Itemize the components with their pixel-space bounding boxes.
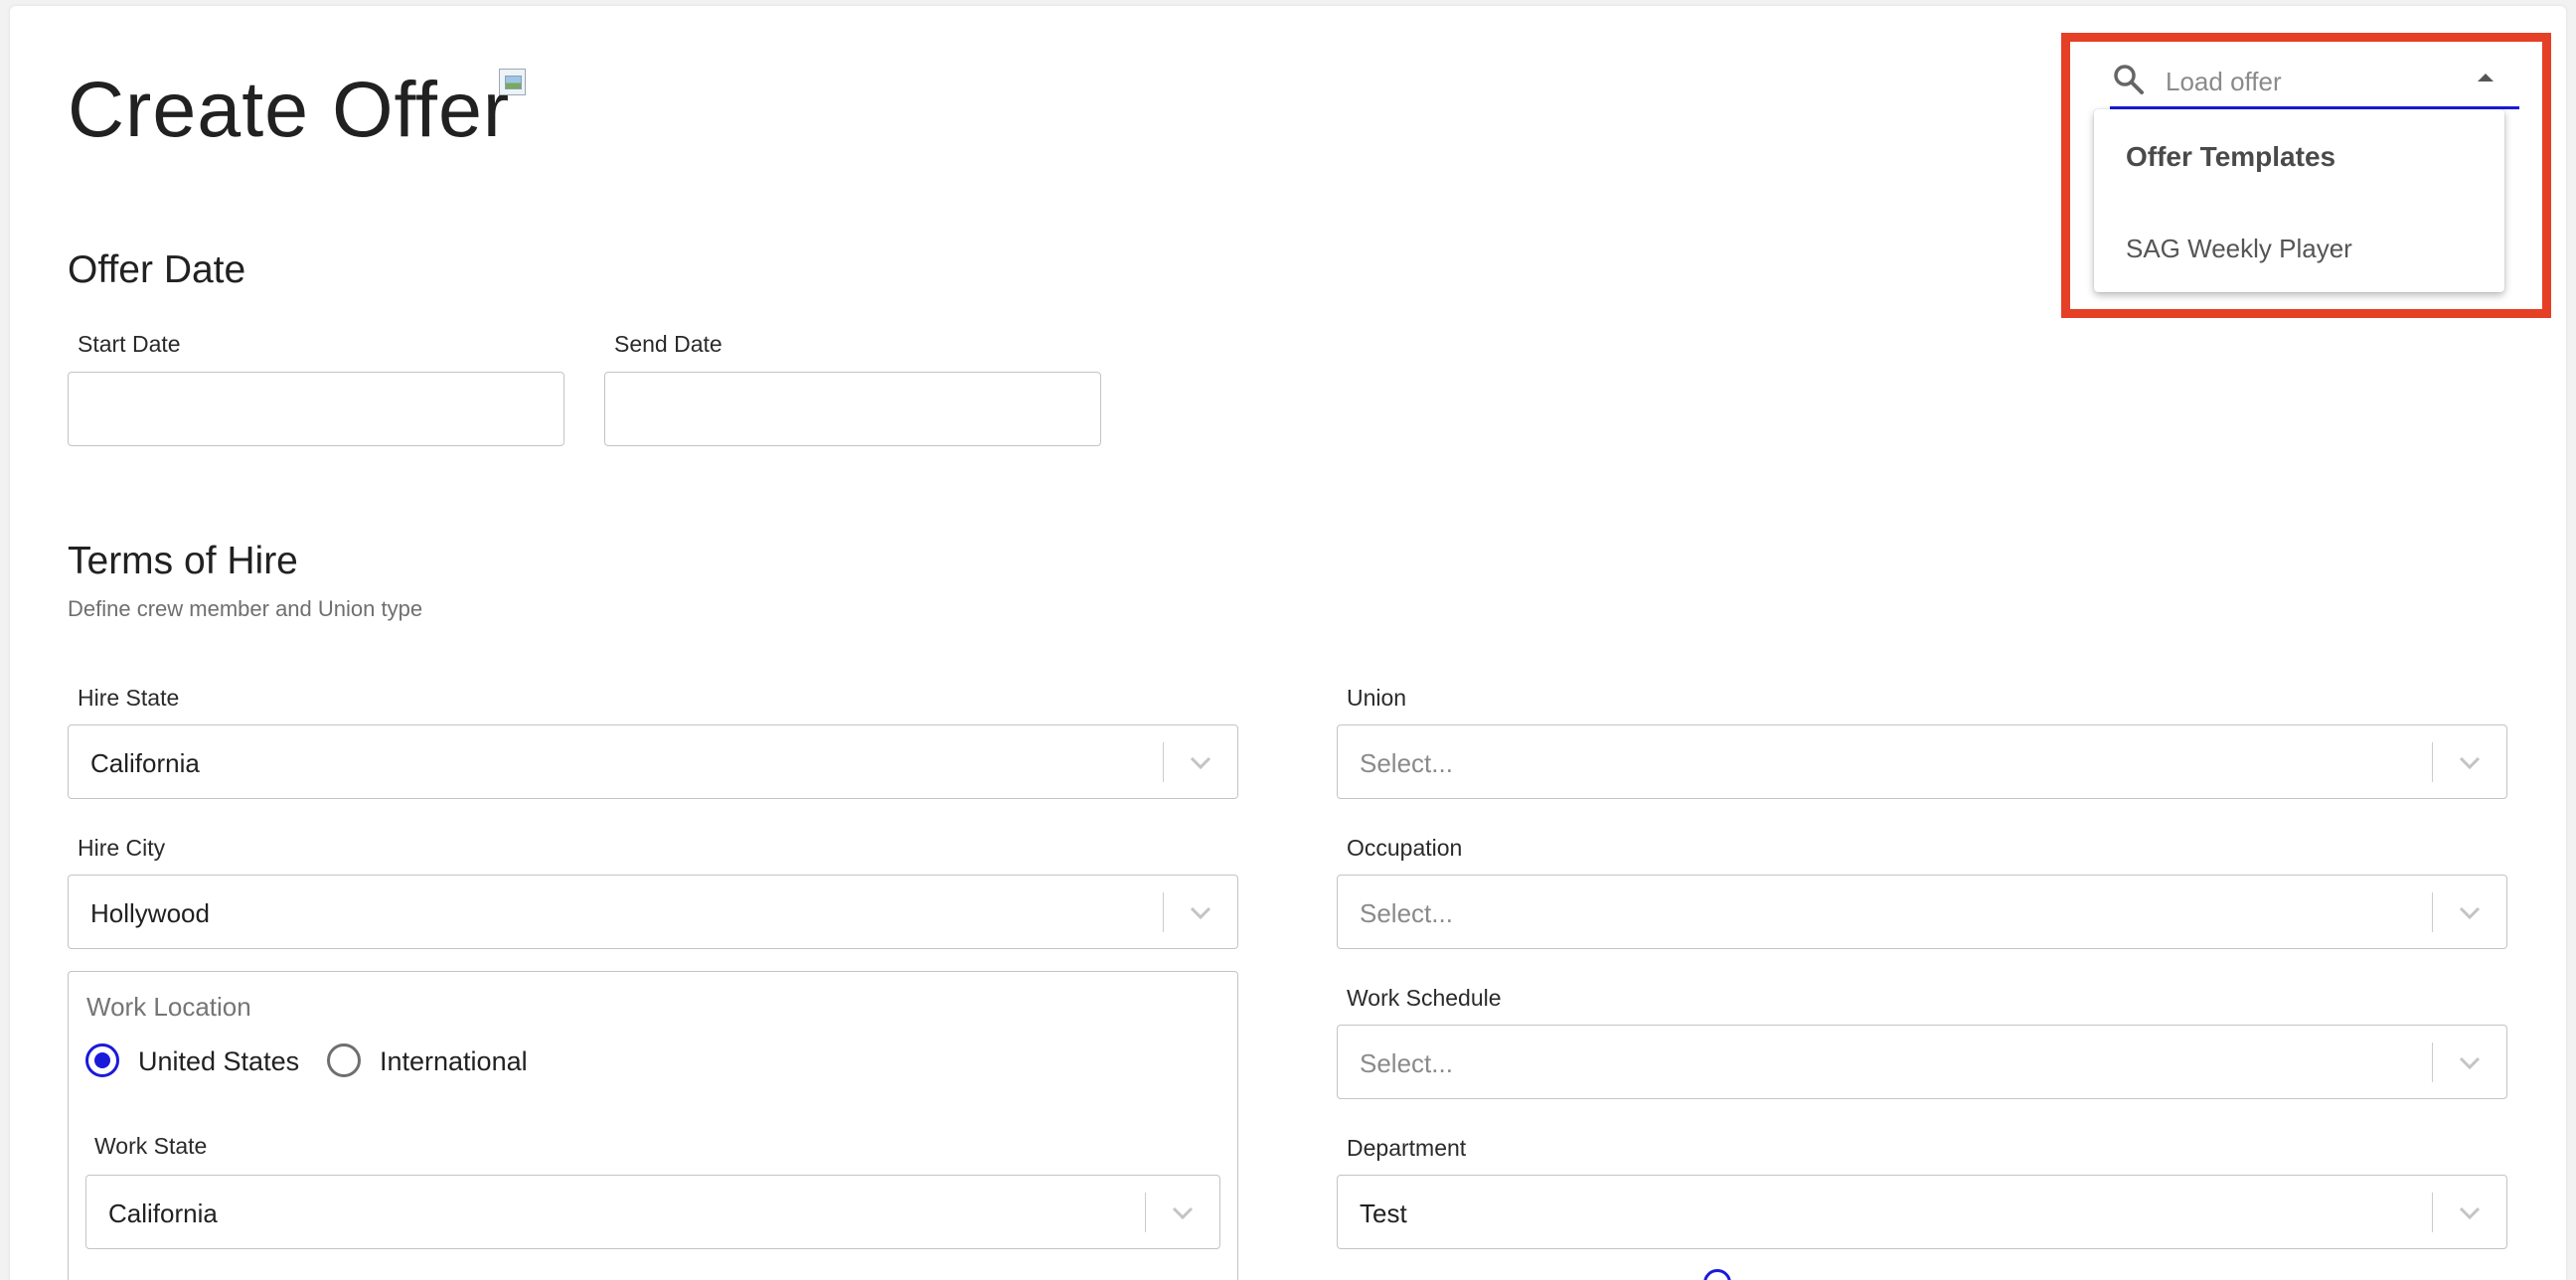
chevron-down-icon[interactable] xyxy=(2455,1047,2485,1077)
radio-international-label[interactable]: International xyxy=(380,1046,528,1077)
radio-international[interactable] xyxy=(327,1043,361,1077)
department-label: Department xyxy=(1347,1135,1467,1161)
hire-city-label: Hire City xyxy=(78,835,166,861)
department-value: Test xyxy=(1360,1199,1407,1228)
chevron-down-icon[interactable] xyxy=(1186,747,1215,777)
occupation-placeholder: Select... xyxy=(1360,898,1453,928)
work-state-value: California xyxy=(108,1199,218,1228)
select-divider xyxy=(1162,742,1164,782)
chevron-down-icon[interactable] xyxy=(1168,1198,1198,1227)
union-label: Union xyxy=(1347,685,1407,711)
occupation-label: Occupation xyxy=(1347,835,1463,861)
menu-header-offer-templates: Offer Templates xyxy=(2126,141,2336,172)
start-date-label: Start Date xyxy=(78,331,181,357)
broken-image-icon xyxy=(499,69,526,95)
select-divider xyxy=(1162,892,1164,932)
send-date-input[interactable] xyxy=(604,372,1101,446)
select-divider xyxy=(2431,1042,2433,1082)
search-icon xyxy=(2114,65,2144,94)
offer-date-heading: Offer Date xyxy=(68,248,246,291)
select-divider xyxy=(2431,742,2433,782)
start-date-input[interactable] xyxy=(68,372,564,446)
menu-item-sag-weekly-player[interactable]: SAG Weekly Player xyxy=(2094,216,2504,283)
load-offer-search[interactable]: Load offer xyxy=(2110,55,2519,109)
union-select[interactable]: Select... xyxy=(1337,724,2507,799)
load-offer-menu: Offer Templates SAG Weekly Player xyxy=(2094,109,2504,292)
menu-item-label: SAG Weekly Player xyxy=(2126,234,2352,263)
hire-state-value: California xyxy=(90,748,200,778)
chevron-down-icon[interactable] xyxy=(1186,897,1215,927)
work-schedule-placeholder: Select... xyxy=(1360,1048,1453,1078)
page-title: Create Offer xyxy=(68,65,511,153)
work-location-legend: Work Location xyxy=(86,992,251,1022)
hire-city-select[interactable]: Hollywood xyxy=(68,875,1238,949)
work-state-label: Work State xyxy=(94,1133,208,1159)
chevron-down-icon[interactable] xyxy=(2455,897,2485,927)
load-offer-placeholder: Load offer xyxy=(2166,67,2282,96)
work-schedule-select[interactable]: Select... xyxy=(1337,1025,2507,1099)
hire-city-value: Hollywood xyxy=(90,898,210,928)
occupation-select[interactable]: Select... xyxy=(1337,875,2507,949)
chevron-down-icon[interactable] xyxy=(2455,747,2485,777)
radio-united-states-label[interactable]: United States xyxy=(138,1046,299,1077)
send-date-label: Send Date xyxy=(614,331,723,357)
hire-state-select[interactable]: California xyxy=(68,724,1238,799)
select-divider xyxy=(2431,892,2433,932)
caret-up-icon[interactable] xyxy=(2478,74,2494,81)
union-placeholder: Select... xyxy=(1360,748,1453,778)
hire-state-label: Hire State xyxy=(78,685,180,711)
work-schedule-label: Work Schedule xyxy=(1347,985,1502,1011)
work-state-select[interactable]: California xyxy=(85,1175,1220,1249)
work-location-group: Work Location United States Internationa… xyxy=(68,971,1238,1280)
radio-united-states[interactable] xyxy=(85,1043,119,1077)
chevron-down-icon[interactable] xyxy=(2455,1198,2485,1227)
select-divider xyxy=(2431,1193,2433,1232)
terms-of-hire-heading: Terms of Hire xyxy=(68,540,298,582)
select-divider xyxy=(1144,1193,1146,1232)
terms-of-hire-subtitle: Define crew member and Union type xyxy=(68,596,423,621)
department-select[interactable]: Test xyxy=(1337,1175,2507,1249)
